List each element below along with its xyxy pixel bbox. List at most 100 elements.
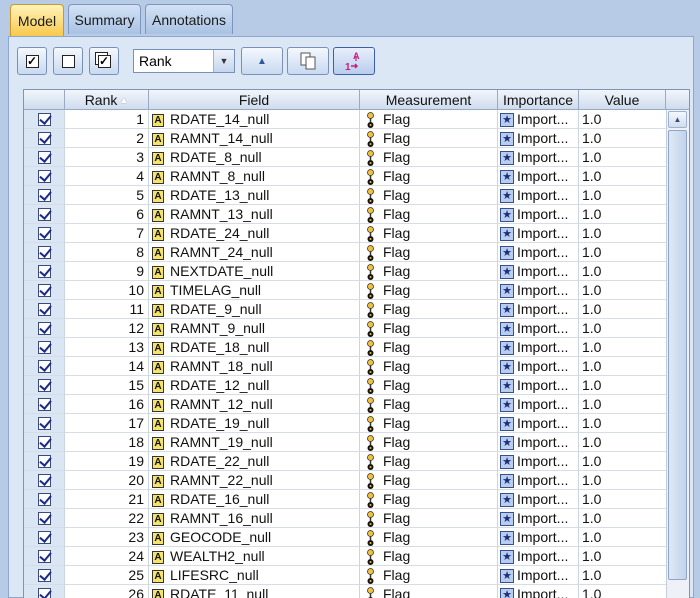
table-row[interactable]: 12 A RAMNT_9_null Flag ★ Import... 1.0 <box>24 319 666 338</box>
table-row[interactable]: 20 A RAMNT_22_null Flag ★ Import... 1.0 <box>24 471 666 490</box>
row-checkbox-cell[interactable] <box>24 300 65 319</box>
checkbox-checked-icon[interactable] <box>37 131 51 145</box>
tab-model[interactable]: Model <box>10 4 64 37</box>
checkbox-checked-icon[interactable] <box>37 264 51 278</box>
table-row[interactable]: 14 A RAMNT_18_null Flag ★ Import... 1.0 <box>24 357 666 376</box>
table-row[interactable]: 23 A GEOCODE_null Flag ★ Import... 1.0 <box>24 528 666 547</box>
table-row[interactable]: 15 A RDATE_12_null Flag ★ Import... 1.0 <box>24 376 666 395</box>
uncheck-all-button[interactable] <box>53 47 83 75</box>
row-checkbox-cell[interactable] <box>24 528 65 547</box>
checkbox-checked-icon[interactable] <box>37 549 51 563</box>
importance-cell: ★ Import... <box>498 205 579 224</box>
row-checkbox-cell[interactable] <box>24 547 65 566</box>
checkbox-checked-icon[interactable] <box>37 150 51 164</box>
row-checkbox-cell[interactable] <box>24 338 65 357</box>
table-row[interactable]: 26 A RDATE_11_null Flag ★ Import... 1.0 <box>24 585 666 598</box>
checkbox-checked-icon[interactable] <box>37 473 51 487</box>
checkbox-checked-icon[interactable] <box>37 511 51 525</box>
row-checkbox-cell[interactable] <box>24 148 65 167</box>
checkbox-checked-icon[interactable] <box>37 188 51 202</box>
checkbox-checked-icon[interactable] <box>37 340 51 354</box>
table-row[interactable]: 8 A RAMNT_24_null Flag ★ Import... 1.0 <box>24 243 666 262</box>
header-importance[interactable]: Importance <box>498 90 579 110</box>
header-value[interactable]: Value <box>579 90 666 110</box>
row-checkbox-cell[interactable] <box>24 224 65 243</box>
vertical-scrollbar[interactable]: ▲ <box>666 110 689 598</box>
table-row[interactable]: 19 A RDATE_22_null Flag ★ Import... 1.0 <box>24 452 666 471</box>
checkbox-checked-icon[interactable] <box>37 359 51 373</box>
table-row[interactable]: 18 A RAMNT_19_null Flag ★ Import... 1.0 <box>24 433 666 452</box>
tab-summary[interactable]: Summary <box>68 4 141 34</box>
table-row[interactable]: 4 A RAMNT_8_null Flag ★ Import... 1.0 <box>24 167 666 186</box>
importance-text: Import... <box>517 130 569 146</box>
row-checkbox-cell[interactable] <box>24 167 65 186</box>
row-checkbox-cell[interactable] <box>24 566 65 585</box>
checkbox-checked-icon[interactable] <box>37 302 51 316</box>
checkbox-checked-icon[interactable] <box>37 378 51 392</box>
checkbox-checked-icon[interactable] <box>37 416 51 430</box>
checkbox-checked-icon[interactable] <box>37 435 51 449</box>
checkbox-checked-icon[interactable] <box>37 207 51 221</box>
table-row[interactable]: 7 A RDATE_24_null Flag ★ Import... 1.0 <box>24 224 666 243</box>
checkbox-checked-icon[interactable] <box>37 245 51 259</box>
table-row[interactable]: 24 A WEALTH2_null Flag ★ Import... 1.0 <box>24 547 666 566</box>
checkbox-checked-icon[interactable] <box>37 321 51 335</box>
checkbox-checked-icon[interactable] <box>37 397 51 411</box>
table-row[interactable]: 2 A RAMNT_14_null Flag ★ Import... 1.0 <box>24 129 666 148</box>
row-checkbox-cell[interactable] <box>24 205 65 224</box>
checkbox-checked-icon[interactable] <box>37 283 51 297</box>
measurement-text: Flag <box>383 149 411 165</box>
table-row[interactable]: 1 A RDATE_14_null Flag ★ Import... 1.0 <box>24 110 666 129</box>
scroll-up-button[interactable]: ▲ <box>668 111 687 128</box>
table-row[interactable]: 11 A RDATE_9_null Flag ★ Import... 1.0 <box>24 300 666 319</box>
table-row[interactable]: 9 A NEXTDATE_null Flag ★ Import... 1.0 <box>24 262 666 281</box>
table-row[interactable]: 6 A RAMNT_13_null Flag ★ Import... 1.0 <box>24 205 666 224</box>
checkbox-checked-icon[interactable] <box>37 530 51 544</box>
header-field[interactable]: Field <box>149 90 360 110</box>
row-checkbox-cell[interactable] <box>24 110 65 129</box>
table-row[interactable]: 10 A TIMELAG_null Flag ★ Import... 1.0 <box>24 281 666 300</box>
row-checkbox-cell[interactable] <box>24 281 65 300</box>
row-checkbox-cell[interactable] <box>24 433 65 452</box>
row-checkbox-cell[interactable] <box>24 395 65 414</box>
checkbox-checked-icon[interactable] <box>37 492 51 506</box>
checkbox-checked-icon[interactable] <box>37 587 51 598</box>
table-row[interactable]: 22 A RAMNT_16_null Flag ★ Import... 1.0 <box>24 509 666 528</box>
table-row[interactable]: 21 A RDATE_16_null Flag ★ Import... 1.0 <box>24 490 666 509</box>
row-checkbox-cell[interactable] <box>24 186 65 205</box>
row-checkbox-cell[interactable] <box>24 452 65 471</box>
row-checkbox-cell[interactable] <box>24 414 65 433</box>
row-checkbox-cell[interactable] <box>24 129 65 148</box>
row-checkbox-cell[interactable] <box>24 376 65 395</box>
scrollbar-thumb[interactable] <box>668 130 687 580</box>
check-all-button[interactable]: ✓ <box>17 47 47 75</box>
table-row[interactable]: 16 A RAMNT_12_null Flag ★ Import... 1.0 <box>24 395 666 414</box>
table-row[interactable]: 5 A RDATE_13_null Flag ★ Import... 1.0 <box>24 186 666 205</box>
row-checkbox-cell[interactable] <box>24 471 65 490</box>
table-row[interactable]: 17 A RDATE_19_null Flag ★ Import... 1.0 <box>24 414 666 433</box>
row-checkbox-cell[interactable] <box>24 585 65 598</box>
toggle-check-button[interactable]: ✓ <box>89 47 119 75</box>
sort-ascending-button[interactable]: ▲ <box>241 47 283 75</box>
row-checkbox-cell[interactable] <box>24 509 65 528</box>
checkbox-checked-icon[interactable] <box>37 568 51 582</box>
table-row[interactable]: 25 A LIFESRC_null Flag ★ Import... 1.0 <box>24 566 666 585</box>
header-rank[interactable]: Rank ▲ <box>65 90 149 110</box>
row-checkbox-cell[interactable] <box>24 262 65 281</box>
header-measurement[interactable]: Measurement <box>360 90 498 110</box>
row-checkbox-cell[interactable] <box>24 319 65 338</box>
table-row[interactable]: 13 A RDATE_18_null Flag ★ Import... 1.0 <box>24 338 666 357</box>
checkbox-checked-icon[interactable] <box>37 226 51 240</box>
sort-by-select[interactable]: Rank ▼ <box>133 49 235 73</box>
header-select[interactable] <box>24 90 65 110</box>
table-row[interactable]: 3 A RDATE_8_null Flag ★ Import... 1.0 <box>24 148 666 167</box>
checkbox-checked-icon[interactable] <box>37 454 51 468</box>
row-checkbox-cell[interactable] <box>24 357 65 376</box>
copy-button[interactable] <box>287 47 329 75</box>
sort-order-button[interactable]: A 1 <box>333 47 375 75</box>
tab-annotations[interactable]: Annotations <box>145 4 233 34</box>
row-checkbox-cell[interactable] <box>24 243 65 262</box>
checkbox-checked-icon[interactable] <box>37 112 51 126</box>
row-checkbox-cell[interactable] <box>24 490 65 509</box>
checkbox-checked-icon[interactable] <box>37 169 51 183</box>
